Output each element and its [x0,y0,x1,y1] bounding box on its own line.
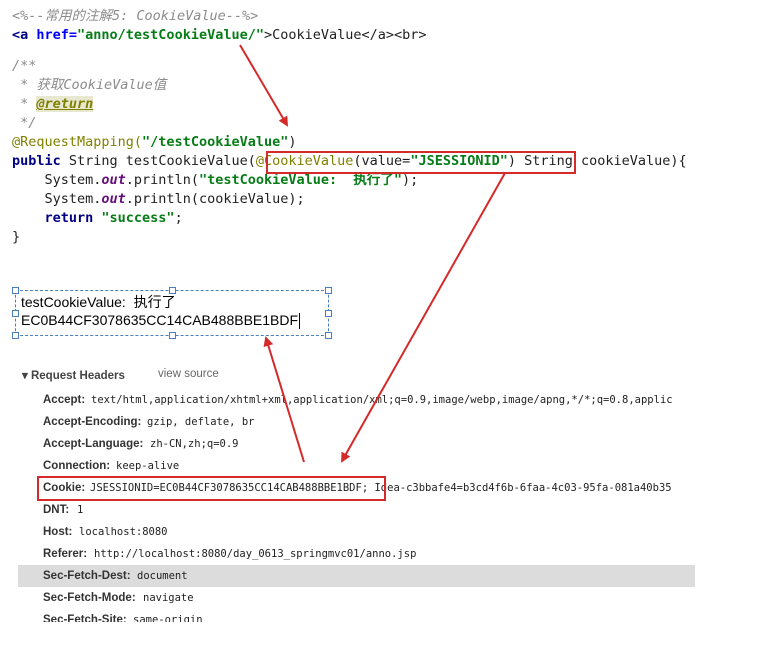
annotation-arrows [239,44,506,463]
arrow-href-to-mapping [239,44,289,127]
arrow-cookie-to-output [263,336,305,463]
arrow-annotation-to-cookie [341,172,506,463]
